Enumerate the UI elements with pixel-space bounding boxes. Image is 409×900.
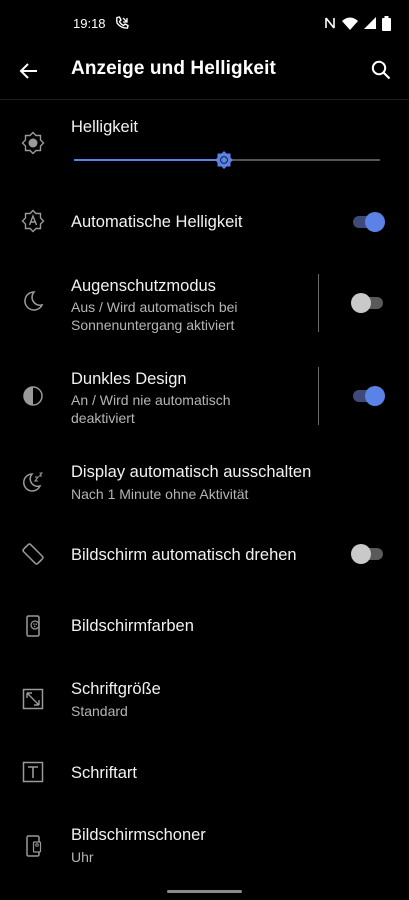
signal-icon [364,17,376,29]
sleep-title: Display automatisch ausschalten [71,463,312,481]
auto-brightness-row[interactable]: Automatische Helligkeit [0,196,409,250]
font-size-row[interactable]: Schriftgröße Standard [0,672,409,732]
auto-brightness-icon [20,208,46,234]
font-size-title: Schriftgröße [71,680,161,698]
toggle-thumb [351,544,371,564]
auto-rotate-row[interactable]: Bildschirm automatisch drehen [0,528,409,582]
sleep-subtitle: Nach 1 Minute ohne Aktivität [71,486,249,502]
dark-mode-subtitle-2: deaktiviert [71,410,135,426]
toggle-thumb [351,293,371,313]
auto-brightness-title: Automatische Helligkeit [71,213,243,231]
dark-mode-row[interactable]: Dunkles Design An / Wird nie automatisch… [0,361,409,431]
screensaver-icon [20,833,46,859]
nfc-icon [324,16,336,30]
screen-rotate-icon [20,541,46,567]
app-bar: Anzeige und Helligkeit [0,48,409,100]
screen-color-row[interactable]: Bildschirmfarben [0,600,409,654]
eye-comfort-toggle[interactable] [351,291,385,315]
eye-comfort-subtitle-1: Aus / Wird automatisch bei [71,299,238,315]
screensaver-subtitle: Uhr [71,849,94,865]
status-icons [324,15,391,31]
screen-color-title: Bildschirmfarben [71,617,194,635]
vertical-divider [318,274,319,332]
status-time: 19:18 [73,16,106,31]
arrow-left-icon [19,63,37,79]
moon-icon [20,288,46,314]
status-bar: 19:18 [0,0,409,48]
sleep-row[interactable]: Display automatisch ausschalten Nach 1 M… [0,455,409,515]
font-size-subtitle: Standard [71,703,128,719]
auto-rotate-toggle[interactable] [351,542,385,566]
dark-mode-subtitle-1: An / Wird nie automatisch [71,392,231,408]
sleep-moon-icon [20,469,46,495]
brightness-icon [20,130,46,156]
screensaver-row[interactable]: Bildschirmschoner Uhr [0,818,409,878]
auto-brightness-toggle[interactable] [351,210,385,234]
screensaver-title: Bildschirmschoner [71,826,206,844]
font-size-icon [20,686,46,712]
dark-mode-toggle[interactable] [351,384,385,408]
call-forwarding-icon [114,15,130,31]
font-icon [20,759,46,785]
search-button[interactable] [367,56,395,84]
vertical-divider [318,367,319,425]
screen-color-icon [20,613,46,639]
slider-knob[interactable] [214,150,234,170]
toggle-thumb [365,386,385,406]
battery-icon [382,15,391,31]
navigation-handle[interactable] [167,890,242,893]
search-icon [371,60,391,80]
eye-comfort-title: Augenschutzmodus [71,277,216,295]
brightness-label: Helligkeit [71,118,138,136]
eye-comfort-row[interactable]: Augenschutzmodus Aus / Wird automatisch … [0,268,409,338]
toggle-thumb [365,212,385,232]
brightness-slider[interactable] [74,148,380,172]
font-row[interactable]: Schriftart [0,746,409,800]
back-button[interactable] [14,56,44,86]
wifi-icon [342,17,358,30]
slider-fill [74,159,224,161]
font-title: Schriftart [71,764,138,782]
dark-mode-title: Dunkles Design [71,370,187,388]
eye-comfort-subtitle-2: Sonnenuntergang aktiviert [71,317,235,333]
half-circle-icon [20,383,46,409]
auto-rotate-title: Bildschirm automatisch drehen [71,546,297,564]
page-title: Anzeige und Helligkeit [71,58,276,79]
